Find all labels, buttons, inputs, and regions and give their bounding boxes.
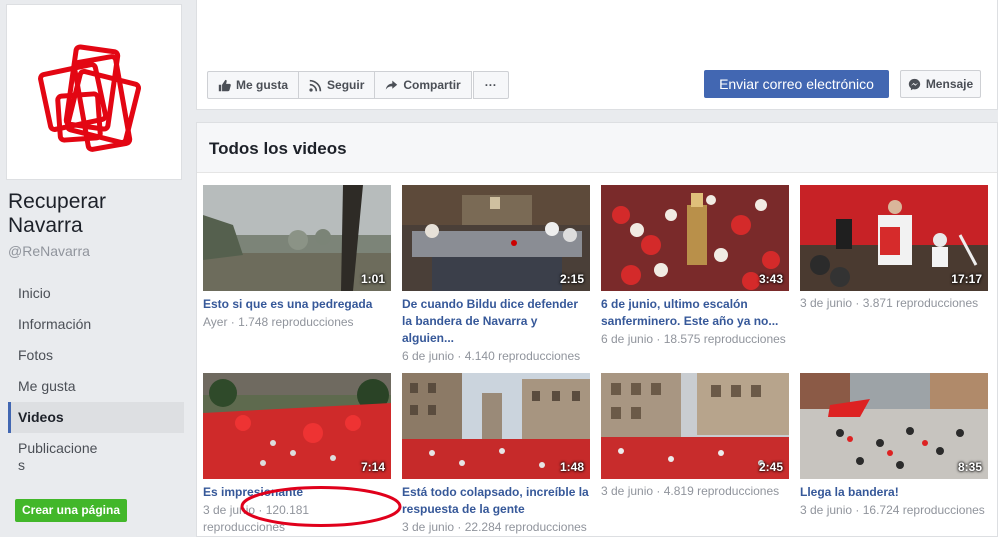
video-title[interactable]: De cuando Bildu dice defender la bandera… xyxy=(402,296,590,347)
video-views: 3.871 reproducciones xyxy=(862,296,979,310)
video-meta: Ayer · 1.748 reproducciones xyxy=(203,315,354,329)
video-views: 1.748 reproducciones xyxy=(238,315,354,329)
video-duration: 1:48 xyxy=(559,460,584,474)
video-thumbnail[interactable]: 1:01 xyxy=(203,185,391,291)
page-nav: Inicio Información Fotos Me gusta Videos… xyxy=(8,278,184,481)
page-handle[interactable]: @ReNavarra xyxy=(8,243,90,259)
nav-item-videos[interactable]: Videos xyxy=(8,402,184,433)
video-date: Ayer xyxy=(203,315,228,329)
page-logo xyxy=(38,44,142,152)
left-column: Recuperar Navarra @ReNavarra Inicio Info… xyxy=(0,0,196,537)
videos-card: Todos los videos 1:01 Esto si que es una… xyxy=(196,122,998,537)
video-meta: 3 de junio · 16.724 reproducciones xyxy=(800,503,985,517)
video-date: 3 de junio xyxy=(601,484,654,498)
video-item: 2:15 De cuando Bildu dice defender la ba… xyxy=(402,185,590,365)
share-button[interactable]: Compartir xyxy=(374,71,472,99)
video-item: 1:48 Está todo colapsado, increíble la r… xyxy=(402,373,590,536)
video-date: 3 de junio xyxy=(203,503,256,517)
video-thumbnail[interactable]: 3:43 xyxy=(601,185,789,291)
video-thumbnail[interactable]: 2:45 xyxy=(601,373,789,479)
nav-item-inicio[interactable]: Inicio xyxy=(8,278,184,309)
send-email-button[interactable]: Enviar correo electrónico xyxy=(704,70,889,98)
rss-icon xyxy=(309,79,322,92)
video-date: 6 de junio xyxy=(402,349,455,363)
video-title[interactable]: Llega la bandera! xyxy=(800,484,988,501)
video-views: 18.575 reproducciones xyxy=(663,332,786,346)
video-date: 3 de junio xyxy=(800,503,853,517)
video-duration: 7:14 xyxy=(360,460,385,474)
nav-item-me-gusta[interactable]: Me gusta xyxy=(8,371,184,402)
video-item: 2:45 3 de junio · 4.819 reproducciones xyxy=(601,373,789,500)
follow-label: Seguir xyxy=(327,78,365,92)
follow-button[interactable]: Seguir xyxy=(298,71,376,99)
video-thumbnail[interactable]: 17:17 xyxy=(800,185,988,291)
message-button[interactable]: Mensaje xyxy=(900,70,981,98)
page-action-bar: Me gusta Seguir Compartir ··· xyxy=(207,71,509,99)
video-meta: 3 de junio · 120.181 reproducciones xyxy=(203,503,310,534)
video-views: 22.284 reproducciones xyxy=(464,520,587,534)
message-label: Mensaje xyxy=(925,77,974,91)
video-item: 17:17 3 de junio · 3.871 reproducciones xyxy=(800,185,988,312)
like-label: Me gusta xyxy=(236,78,289,92)
video-item: 3:43 6 de junio, ultimo escalón sanfermi… xyxy=(601,185,789,348)
nav-item-publicaciones-label: Publicacione s xyxy=(18,440,98,473)
video-meta: 3 de junio · 3.871 reproducciones xyxy=(800,296,979,310)
video-date: 6 de junio xyxy=(601,332,654,346)
thumbs-up-icon xyxy=(218,79,231,91)
video-date: 3 de junio xyxy=(800,296,853,310)
video-views: 16.724 reproducciones xyxy=(862,503,985,517)
video-item: 8:35 Llega la bandera! 3 de junio · 16.7… xyxy=(800,373,988,519)
create-page-button[interactable]: Crear una página xyxy=(15,499,127,522)
video-duration: 3:43 xyxy=(758,272,783,286)
video-title[interactable]: 6 de junio, ultimo escalón sanferminero.… xyxy=(601,296,789,330)
video-thumbnail[interactable]: 7:14 xyxy=(203,373,391,479)
messenger-icon xyxy=(908,78,920,90)
video-duration: 17:17 xyxy=(951,272,982,286)
video-views: 4.819 reproducciones xyxy=(663,484,780,498)
video-meta: 3 de junio · 4.819 reproducciones xyxy=(601,484,780,498)
nav-item-publicaciones[interactable]: Publicacione s xyxy=(8,433,184,481)
video-meta: 6 de junio · 18.575 reproducciones xyxy=(601,332,786,346)
video-title[interactable]: Está todo colapsado, increíble la respue… xyxy=(402,484,590,518)
video-thumbnail[interactable]: 2:15 xyxy=(402,185,590,291)
video-date: 3 de junio xyxy=(402,520,455,534)
page-header-card: Me gusta Seguir Compartir ··· Enviar cor… xyxy=(196,0,998,110)
video-title[interactable]: Esto si que es una pedregada xyxy=(203,296,391,313)
video-duration: 2:45 xyxy=(758,460,783,474)
video-duration: 2:15 xyxy=(559,272,584,286)
nav-item-fotos[interactable]: Fotos xyxy=(8,340,184,371)
video-item: 7:14 Es impresionante 3 de junio · 120.1… xyxy=(203,373,391,536)
profile-picture[interactable] xyxy=(6,4,182,180)
video-meta: 3 de junio · 22.284 reproducciones xyxy=(402,520,587,534)
video-duration: 8:35 xyxy=(957,460,982,474)
page-name[interactable]: Recuperar Navarra xyxy=(8,190,178,238)
video-item: 1:01 Esto si que es una pedregada Ayer ·… xyxy=(203,185,391,331)
share-arrow-icon xyxy=(386,80,398,90)
video-views: 4.140 reproducciones xyxy=(464,349,581,363)
like-button[interactable]: Me gusta xyxy=(207,71,300,99)
video-thumbnail[interactable]: 8:35 xyxy=(800,373,988,479)
more-button[interactable]: ··· xyxy=(472,71,509,99)
videos-heading: Todos los videos xyxy=(197,123,997,173)
nav-item-informacion[interactable]: Información xyxy=(8,309,184,340)
share-label: Compartir xyxy=(403,78,461,92)
video-thumbnail[interactable]: 1:48 xyxy=(402,373,590,479)
video-title[interactable]: Es impresionante xyxy=(203,484,391,501)
video-duration: 1:01 xyxy=(360,272,385,286)
video-meta: 6 de junio · 4.140 reproducciones xyxy=(402,349,581,363)
